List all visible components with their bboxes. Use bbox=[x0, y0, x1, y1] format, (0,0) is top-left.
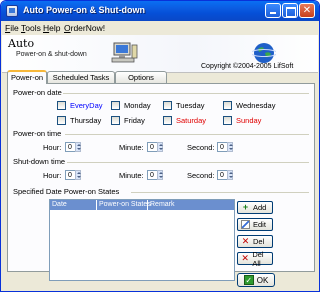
add-button[interactable]: + Add bbox=[237, 201, 273, 214]
friday-checkbox[interactable]: Friday bbox=[111, 116, 145, 125]
spinner-arrows[interactable] bbox=[157, 170, 163, 180]
hour-label: Hour: bbox=[43, 171, 62, 180]
close-button[interactable]: ✕ bbox=[299, 3, 315, 18]
second-label: Second: bbox=[187, 171, 215, 180]
checkbox-label: Wednesday bbox=[236, 101, 276, 110]
column-power-on-states[interactable]: Power-on States bbox=[99, 201, 151, 208]
sunday-checkbox[interactable]: Sunday bbox=[223, 116, 261, 125]
edit-icon bbox=[241, 220, 250, 229]
tab-options[interactable]: Options bbox=[115, 71, 167, 83]
menu-tools[interactable]: Tools bbox=[21, 23, 41, 33]
copyright-text: Copyright ©2004-2005 LifSoft bbox=[201, 63, 294, 70]
power-on-time-label: Power-on time bbox=[13, 129, 62, 138]
delete-button[interactable]: ✕ Del bbox=[237, 235, 273, 248]
computer-icon bbox=[111, 42, 138, 63]
specified-states-label: Specified Date Power-on States bbox=[13, 187, 120, 196]
thursday-checkbox[interactable]: Thursday bbox=[57, 116, 101, 125]
checkbox-box[interactable] bbox=[111, 101, 120, 110]
delete-all-icon: ✕ bbox=[241, 253, 249, 263]
main-window: Auto Power-on & Shut-down ✕ File Tools H… bbox=[0, 0, 320, 292]
states-table[interactable]: Date Power-on States Remark bbox=[49, 199, 235, 281]
spinner-value: 0 bbox=[220, 172, 224, 179]
tab-power-on[interactable]: Power-on bbox=[7, 70, 47, 84]
spinner-arrows[interactable] bbox=[75, 170, 81, 180]
globe-icon bbox=[252, 43, 276, 63]
window-title: Auto Power-on & Shut-down bbox=[23, 5, 145, 15]
menu-file[interactable]: File bbox=[5, 23, 19, 33]
spinner-value: 0 bbox=[68, 144, 72, 151]
column-separator[interactable] bbox=[96, 200, 97, 210]
checkbox-label: Tuesday bbox=[176, 101, 205, 110]
divider bbox=[67, 162, 309, 163]
checkbox-box[interactable] bbox=[223, 116, 232, 125]
column-remark[interactable]: Remark bbox=[150, 201, 175, 208]
power-on-hour-spinner[interactable]: 0 bbox=[65, 142, 81, 152]
power-on-date-label: Power-on date bbox=[13, 88, 62, 97]
menu-bar: File Tools Help OrderNow! bbox=[1, 21, 319, 35]
checkbox-label: Thursday bbox=[70, 116, 102, 125]
column-date[interactable]: Date bbox=[52, 201, 67, 208]
spinner-arrows[interactable] bbox=[157, 142, 163, 152]
menu-help[interactable]: Help bbox=[43, 23, 60, 33]
edit-button[interactable]: Edit bbox=[237, 218, 273, 231]
table-header: Date Power-on States Remark bbox=[50, 200, 234, 210]
shut-down-time-label: Shut-down time bbox=[13, 157, 66, 166]
spinner-arrows[interactable] bbox=[227, 170, 233, 180]
spinner-value: 0 bbox=[150, 172, 154, 179]
spinner-arrows[interactable] bbox=[75, 142, 81, 152]
plus-icon: + bbox=[242, 202, 249, 212]
shut-down-second-spinner[interactable]: 0 bbox=[217, 170, 233, 180]
check-icon: ✓ bbox=[243, 275, 254, 285]
power-on-minute-spinner[interactable]: 0 bbox=[147, 142, 163, 152]
checkbox-label: Monday bbox=[124, 101, 151, 110]
app-banner: Auto Power-on & shut-down Copyright ©200… bbox=[2, 35, 318, 73]
checkbox-box[interactable] bbox=[111, 116, 120, 125]
delete-all-button[interactable]: ✕ Del All bbox=[237, 249, 273, 268]
shut-down-hour-spinner[interactable]: 0 bbox=[65, 170, 81, 180]
app-icon bbox=[6, 5, 18, 17]
button-label: Add bbox=[253, 203, 267, 212]
power-on-second-spinner[interactable]: 0 bbox=[217, 142, 233, 152]
button-label: Del All bbox=[252, 249, 264, 268]
banner-subtitle: Power-on & shut-down bbox=[16, 51, 87, 58]
button-label: Edit bbox=[253, 220, 266, 229]
checkbox-label: Saturday bbox=[176, 116, 207, 125]
tab-scheduled-tasks[interactable]: Scheduled Tasks bbox=[47, 71, 115, 83]
menu-order-now[interactable]: OrderNow! bbox=[64, 23, 105, 33]
button-label: Del bbox=[253, 237, 265, 246]
divider bbox=[131, 192, 309, 193]
shut-down-minute-spinner[interactable]: 0 bbox=[147, 170, 163, 180]
spinner-value: 0 bbox=[68, 172, 72, 179]
checkbox-label: EveryDay bbox=[70, 101, 103, 110]
button-label: OK bbox=[256, 275, 269, 285]
tuesday-checkbox[interactable]: Tuesday bbox=[163, 101, 205, 110]
checkbox-box[interactable] bbox=[163, 101, 172, 110]
saturday-checkbox[interactable]: Saturday bbox=[163, 116, 206, 125]
column-separator[interactable] bbox=[147, 200, 148, 210]
divider bbox=[63, 93, 309, 94]
hour-label: Hour: bbox=[43, 143, 62, 152]
spinner-value: 0 bbox=[150, 144, 154, 151]
ok-button[interactable]: ✓ OK bbox=[237, 273, 275, 287]
checkbox-box[interactable] bbox=[223, 101, 232, 110]
spinner-arrows[interactable] bbox=[227, 142, 233, 152]
delete-x-icon: ✕ bbox=[241, 236, 250, 246]
spinner-value: 0 bbox=[220, 144, 224, 151]
minimize-button[interactable] bbox=[265, 3, 281, 18]
divider bbox=[65, 134, 309, 135]
checkbox-label: Sunday bbox=[236, 116, 262, 125]
maximize-button[interactable] bbox=[282, 3, 298, 18]
wednesday-checkbox[interactable]: Wednesday bbox=[223, 101, 275, 110]
checkbox-label: Friday bbox=[124, 116, 145, 125]
title-bar[interactable]: Auto Power-on & Shut-down ✕ bbox=[1, 1, 319, 21]
checkbox-box[interactable] bbox=[57, 101, 66, 110]
checkbox-box[interactable] bbox=[163, 116, 172, 125]
checkbox-box[interactable] bbox=[57, 116, 66, 125]
everyday-checkbox[interactable]: EveryDay bbox=[57, 101, 103, 110]
second-label: Second: bbox=[187, 143, 215, 152]
monday-checkbox[interactable]: Monday bbox=[111, 101, 151, 110]
minute-label: Minute: bbox=[119, 171, 144, 180]
banner-title: Auto bbox=[8, 37, 35, 50]
minute-label: Minute: bbox=[119, 143, 144, 152]
